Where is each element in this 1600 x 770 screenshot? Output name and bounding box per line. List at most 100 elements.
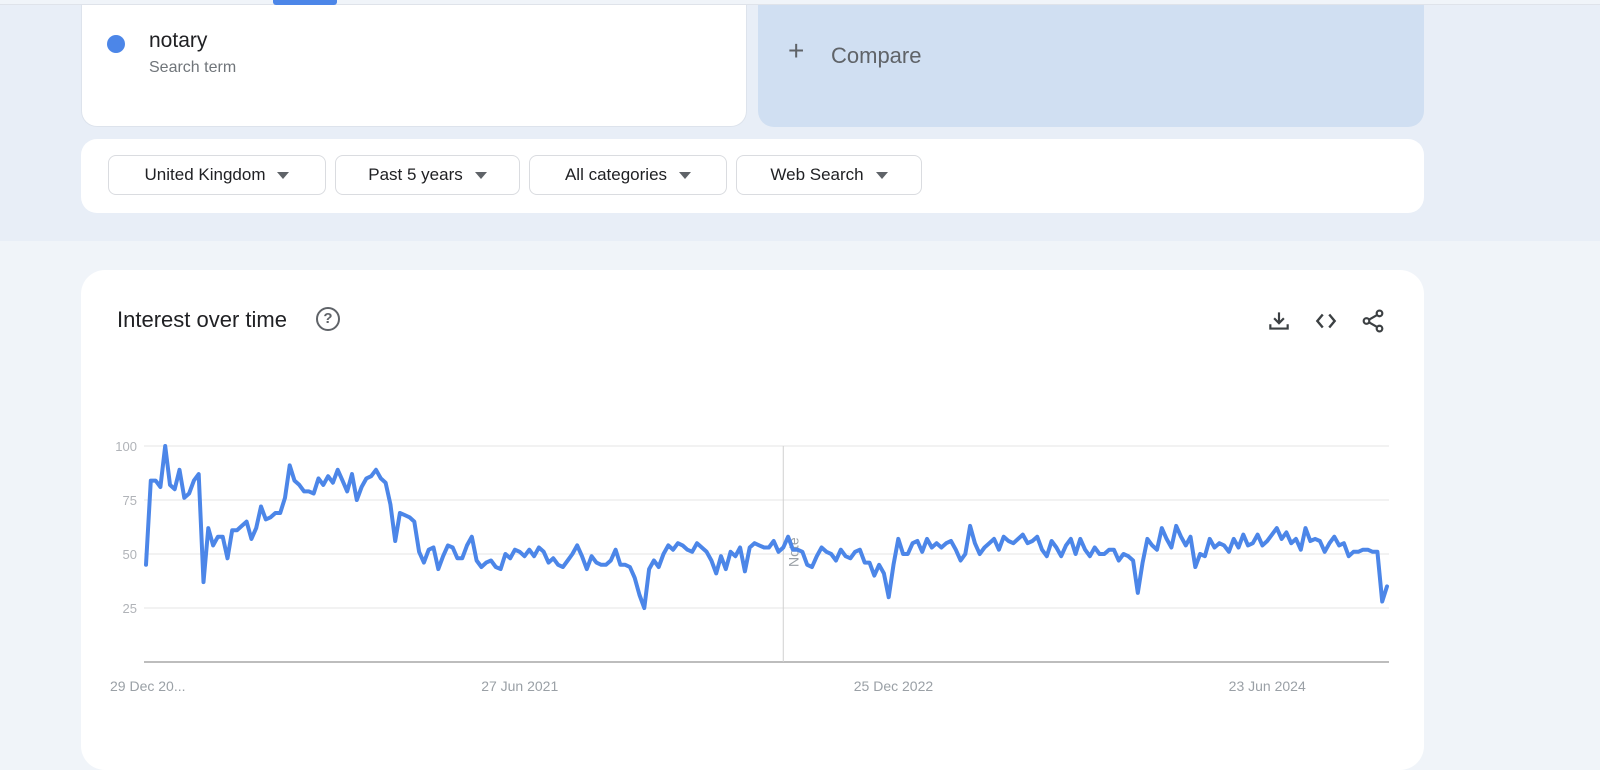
data-point[interactable] (1217, 541, 1221, 545)
data-point[interactable] (882, 571, 886, 575)
data-point[interactable] (767, 546, 771, 550)
data-point[interactable] (1083, 548, 1087, 552)
data-point[interactable] (269, 515, 273, 519)
data-point[interactable] (585, 567, 589, 571)
series-line-notary[interactable] (144, 444, 1389, 610)
data-point[interactable] (810, 565, 814, 569)
data-point[interactable] (355, 498, 359, 502)
data-point[interactable] (858, 548, 862, 552)
data-point[interactable] (781, 546, 785, 550)
data-point[interactable] (216, 535, 220, 539)
data-point[interactable] (465, 543, 469, 547)
data-point[interactable] (777, 550, 781, 554)
data-point[interactable] (499, 567, 503, 571)
data-point[interactable] (408, 515, 412, 519)
data-point[interactable] (844, 554, 848, 558)
data-point[interactable] (762, 546, 766, 550)
data-point[interactable] (446, 543, 450, 547)
data-point[interactable] (1150, 543, 1154, 547)
data-point[interactable] (1227, 550, 1231, 554)
data-point[interactable] (1280, 537, 1284, 541)
data-point[interactable] (1030, 539, 1034, 543)
data-point[interactable] (144, 563, 148, 567)
data-point[interactable] (331, 481, 335, 485)
data-point[interactable] (786, 535, 790, 539)
data-point[interactable] (1102, 552, 1106, 556)
data-point[interactable] (1318, 539, 1322, 543)
data-point[interactable] (824, 550, 828, 554)
data-point[interactable] (264, 517, 268, 521)
data-point[interactable] (432, 546, 436, 550)
data-point[interactable] (992, 537, 996, 541)
data-point[interactable] (901, 552, 905, 556)
data-point[interactable] (638, 593, 642, 597)
data-point[interactable] (489, 559, 493, 563)
data-point[interactable] (1270, 533, 1274, 537)
data-point[interactable] (273, 511, 277, 515)
data-point[interactable] (954, 548, 958, 552)
data-point[interactable] (757, 543, 761, 547)
data-point[interactable] (580, 554, 584, 558)
data-point[interactable] (1174, 524, 1178, 528)
data-point[interactable] (642, 606, 646, 610)
data-point[interactable] (398, 511, 402, 515)
data-point[interactable] (1213, 546, 1217, 550)
data-point[interactable] (1332, 535, 1336, 539)
data-point[interactable] (1304, 526, 1308, 530)
data-point[interactable] (1361, 548, 1365, 552)
data-point[interactable] (949, 539, 953, 543)
data-point[interactable] (1299, 548, 1303, 552)
data-point[interactable] (839, 548, 843, 552)
data-point[interactable] (1026, 541, 1030, 545)
data-point[interactable] (987, 541, 991, 545)
data-point[interactable] (896, 537, 900, 541)
data-point[interactable] (417, 550, 421, 554)
data-point[interactable] (1184, 543, 1188, 547)
data-point[interactable] (748, 546, 752, 550)
data-point[interactable] (959, 559, 963, 563)
data-point[interactable] (633, 576, 637, 580)
data-point[interactable] (1145, 537, 1149, 541)
data-point[interactable] (192, 479, 196, 483)
data-point[interactable] (245, 520, 249, 524)
data-point[interactable] (451, 546, 455, 550)
data-point[interactable] (154, 479, 158, 483)
data-point[interactable] (719, 554, 723, 558)
data-point[interactable] (911, 541, 915, 545)
data-point[interactable] (863, 561, 867, 565)
data-point[interactable] (1284, 530, 1288, 534)
data-point[interactable] (705, 550, 709, 554)
data-point[interactable] (235, 528, 239, 532)
data-point[interactable] (676, 541, 680, 545)
data-point[interactable] (1035, 535, 1039, 539)
data-point[interactable] (935, 541, 939, 545)
data-point[interactable] (1074, 552, 1078, 556)
data-point[interactable] (1198, 552, 1202, 556)
data-point[interactable] (1193, 565, 1197, 569)
data-point[interactable] (288, 463, 292, 467)
data-point[interactable] (1385, 584, 1389, 588)
data-point[interactable] (868, 561, 872, 565)
data-point[interactable] (791, 548, 795, 552)
data-point[interactable] (326, 474, 330, 478)
data-point[interactable] (561, 565, 565, 569)
data-point[interactable] (1141, 561, 1145, 565)
data-point[interactable] (1078, 537, 1082, 541)
data-point[interactable] (662, 552, 666, 556)
data-point[interactable] (1059, 554, 1063, 558)
data-point[interactable] (436, 567, 440, 571)
data-point[interactable] (1131, 559, 1135, 563)
data-point[interactable] (1380, 600, 1384, 604)
data-point[interactable] (743, 569, 747, 573)
data-point[interactable] (460, 556, 464, 560)
data-point[interactable] (503, 552, 507, 556)
data-point[interactable] (834, 559, 838, 563)
data-point[interactable] (484, 561, 488, 565)
data-point[interactable] (920, 550, 924, 554)
data-point[interactable] (556, 563, 560, 567)
data-point[interactable] (470, 535, 474, 539)
data-point[interactable] (283, 496, 287, 500)
data-point[interactable] (647, 567, 651, 571)
data-point[interactable] (350, 472, 354, 476)
data-point[interactable] (312, 492, 316, 496)
